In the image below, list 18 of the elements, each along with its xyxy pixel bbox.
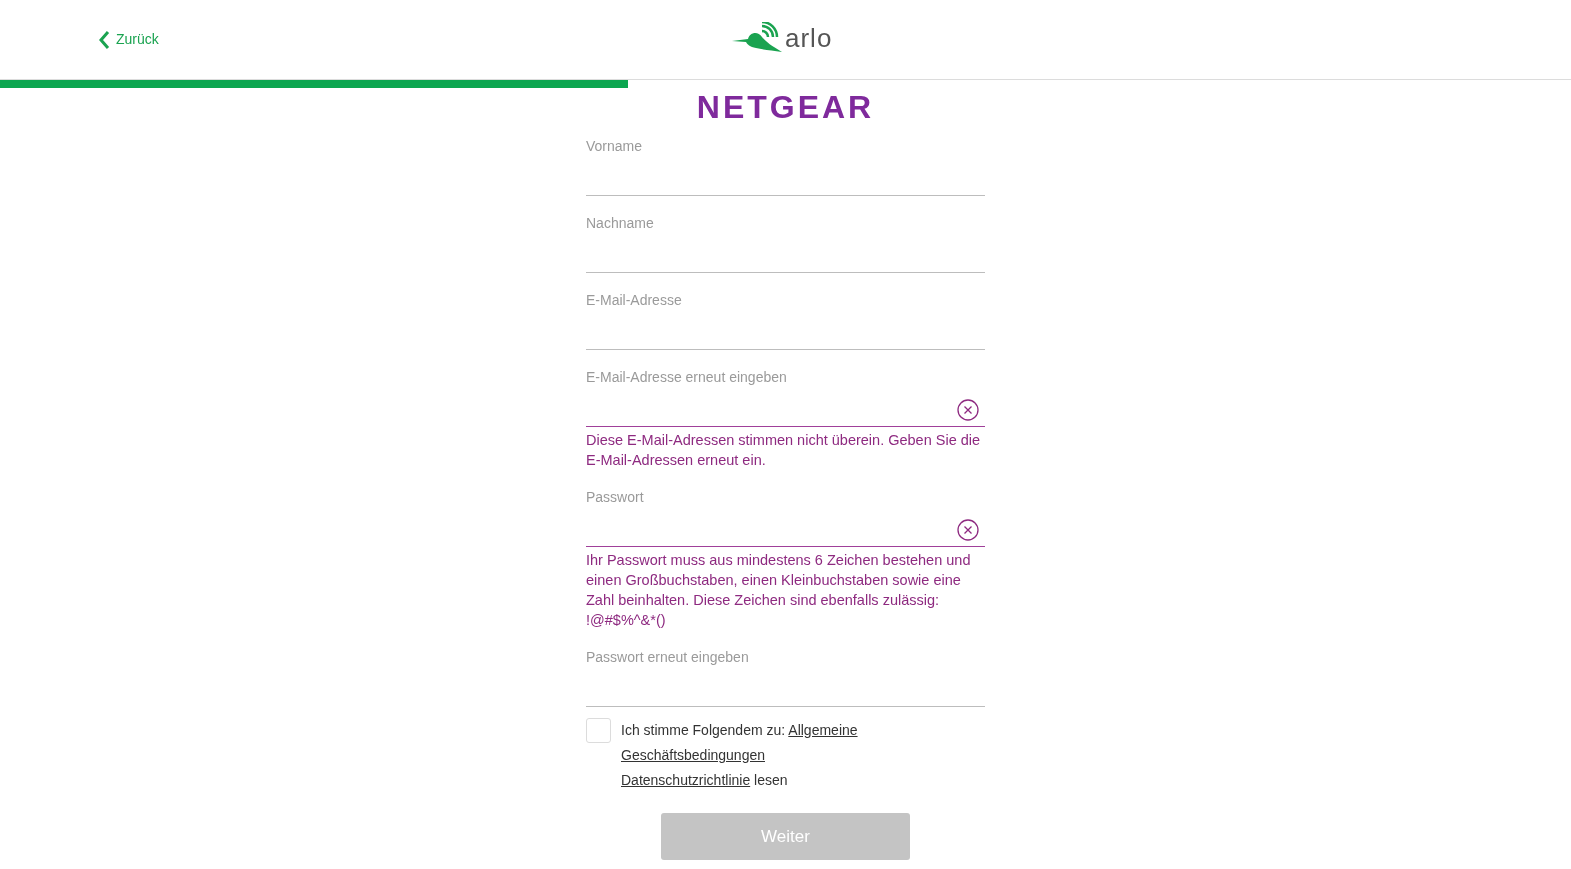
- error-message: Ihr Passwort muss aus mindestens 6 Zeichen bestehen und einen Großbuchstaben, einen Kleinbuchstaben sowie eine Zahl beinhalten. Diese Zeichen sind ebenfalls zulässig: !@#$%^&*(): [586, 551, 972, 630]
- checkbox[interactable]: [586, 718, 611, 743]
- field-label: E-Mail-Adresse: [586, 291, 683, 310]
- terms-link[interactable]: Geschäftsbedingungen: [621, 747, 765, 763]
- field-label: Nachname: [586, 214, 655, 233]
- terms-link[interactable]: Allgemeine: [788, 722, 858, 738]
- terms-link[interactable]: Datenschutzrichtlinie: [621, 772, 751, 788]
- brand-logo-text: NETGEAR: [696, 90, 875, 124]
- field-label: Vorname: [586, 137, 644, 156]
- error-clear-icon[interactable]: [957, 398, 979, 421]
- field-label: Passwort: [586, 488, 645, 507]
- logo-text: arlo: [785, 25, 833, 51]
- error-clear-icon[interactable]: [957, 518, 979, 541]
- field-label: Passwort erneut eingeben: [586, 648, 750, 667]
- field-label: E-Mail-Adresse erneut eingeben: [586, 368, 788, 387]
- error-message: Diese E-Mail-Adressen stimmen nicht überein. Geben Sie die E-Mail-Adressen erneut ein.: [586, 431, 982, 470]
- terms-text: Ich stimme Folgendem zu: Allgemeine Geschäftsbedingungen Datenschutzrichtlinie lesen: [621, 721, 858, 790]
- chevron-left-icon: [98, 29, 110, 50]
